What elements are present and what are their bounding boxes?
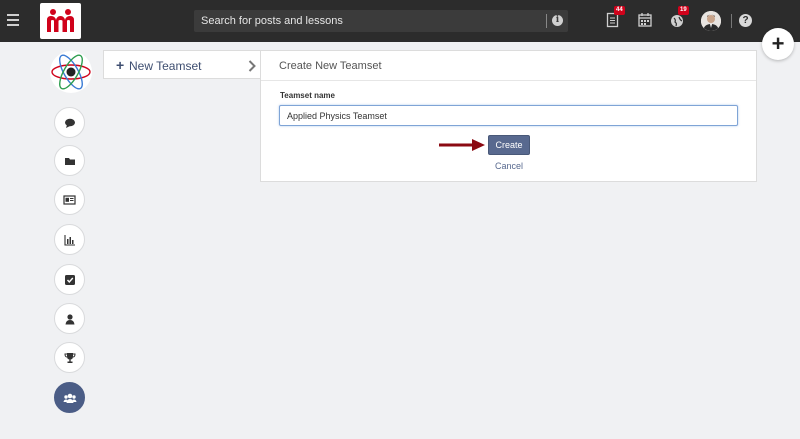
new-teamset-tab[interactable]: + New Teamset [103,50,270,79]
rail-item-teams[interactable] [54,382,85,413]
calendar-icon[interactable] [638,12,654,28]
brand-logo-icon[interactable] [40,3,81,39]
add-fab-button[interactable]: + [762,28,794,60]
comment-icon [64,118,75,128]
info-icon[interactable]: i [552,15,563,26]
create-teamset-panel: Create New Teamset Teamset name Create C… [260,50,757,182]
notification-badge: 44 [614,6,625,15]
toolbar-divider [731,14,732,28]
teamset-name-input[interactable] [279,105,738,126]
checkbox-icon [64,274,75,285]
rail-item-comments[interactable] [54,107,85,138]
create-button[interactable]: Create [488,135,530,155]
document-icon[interactable]: 44 [606,6,625,28]
users-icon [63,393,76,403]
search-bar[interactable]: Search for posts and lessons i [194,10,568,32]
rail-item-achievements[interactable] [54,342,85,373]
search-input[interactable]: Search for posts and lessons [201,15,343,27]
rail-item-reports[interactable] [54,224,85,255]
user-avatar[interactable] [701,11,721,31]
bar-chart-icon [63,234,75,246]
id-card-icon [63,194,76,205]
rail-item-tasks[interactable] [54,264,85,295]
cancel-link[interactable]: Cancel [488,161,530,171]
teamset-name-label: Teamset name [280,91,335,100]
search-divider [546,14,547,28]
plus-icon: + [116,57,125,73]
folder-icon [64,157,75,165]
globe-icon[interactable]: 19 [670,6,689,28]
question-icon[interactable]: ? [739,14,752,27]
rail-item-cards[interactable] [54,184,85,215]
hamburger-icon[interactable] [7,14,19,26]
user-icon [65,313,74,324]
top-bar: Search for posts and lessons i 44 19 ? [0,0,800,42]
trophy-icon [63,352,76,363]
atom-logo-icon[interactable] [49,50,93,94]
rail-item-folders[interactable] [54,145,85,176]
rail-item-profile[interactable] [54,303,85,334]
notification-badge: 19 [678,6,689,15]
chevron-right-icon [248,59,256,77]
panel-divider [261,80,756,81]
pointer-arrow-icon [438,138,486,157]
panel-title: Create New Teamset [279,60,382,72]
new-teamset-label: New Teamset [129,59,202,73]
